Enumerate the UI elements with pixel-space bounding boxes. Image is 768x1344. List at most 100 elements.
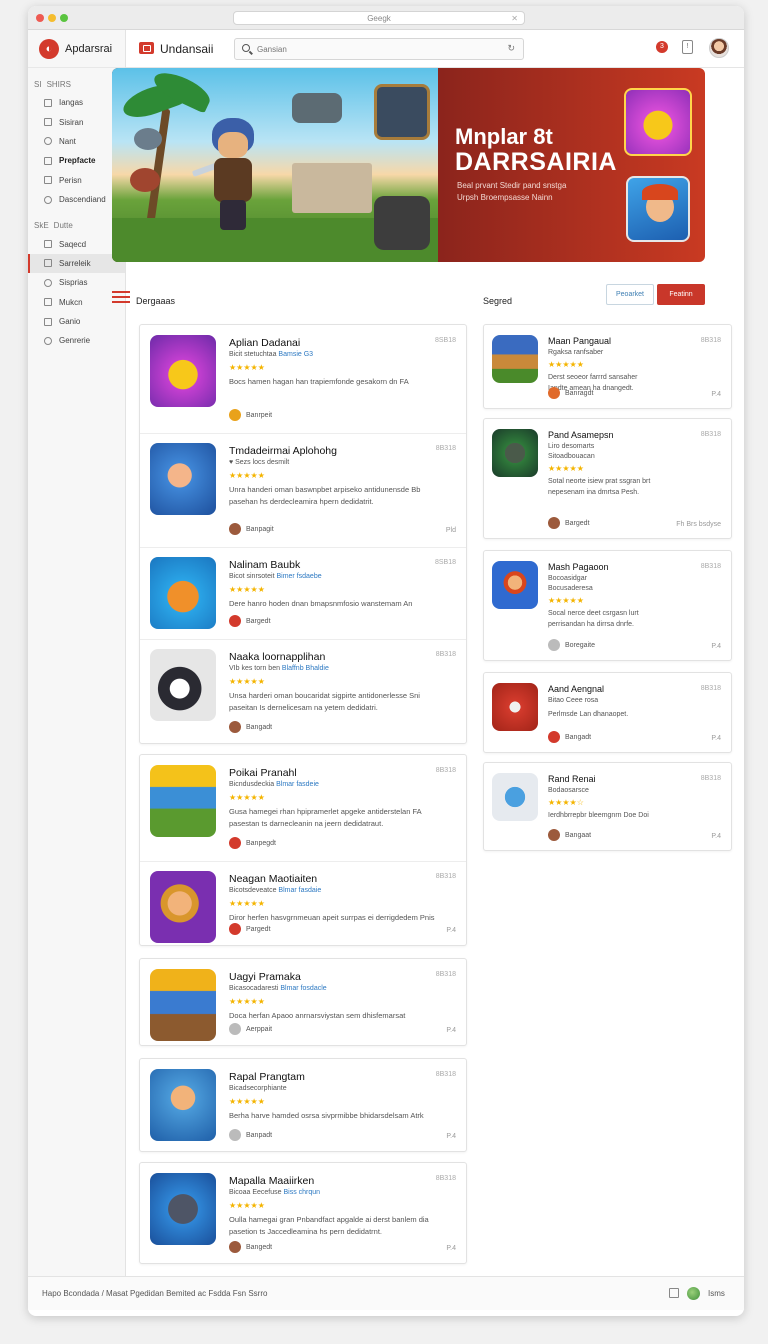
app-meta-link[interactable]: Bimer fsdaebe bbox=[276, 573, 321, 580]
sidebar-item[interactable]: Nant bbox=[28, 132, 125, 151]
app-title[interactable]: Tmdadeirmai Aplohohg bbox=[229, 445, 337, 457]
clear-url-icon[interactable]: ✕ bbox=[511, 12, 518, 25]
sidebar-item[interactable]: Prepfacte bbox=[28, 151, 125, 170]
search-input[interactable] bbox=[257, 42, 497, 56]
app-icon[interactable] bbox=[492, 335, 538, 383]
app-icon[interactable] bbox=[150, 649, 216, 721]
app-meta-link[interactable]: Blmar fasdeie bbox=[276, 781, 319, 788]
app-title[interactable]: Mash Pagaoon bbox=[548, 562, 609, 572]
sidebar-item[interactable]: Perisn bbox=[28, 171, 125, 190]
notification-badge[interactable]: 3 bbox=[656, 41, 668, 53]
list-menu-icon[interactable] bbox=[112, 291, 130, 303]
globe-icon[interactable] bbox=[687, 1287, 700, 1300]
app-publisher[interactable]: Aerppait bbox=[229, 1023, 272, 1035]
sidebar-item[interactable]: Ganio bbox=[28, 312, 125, 331]
app-title[interactable]: Maan Pangaual bbox=[548, 336, 611, 346]
hero-banner[interactable]: Mnplar 8t DARRSAIRIA Beal prvant Stedir … bbox=[112, 68, 705, 262]
app-title[interactable]: Uagyi Pramaka bbox=[229, 971, 301, 983]
app-publisher[interactable]: Banpagit bbox=[229, 523, 274, 535]
sidebar-item[interactable]: Dascendiand bbox=[28, 190, 125, 209]
app-title[interactable]: Nalinam Baubk bbox=[229, 559, 300, 571]
app-publisher[interactable]: Banrpeit bbox=[229, 409, 272, 421]
app-publisher[interactable]: Bangadt bbox=[548, 731, 591, 743]
app-title[interactable]: Rand Renai bbox=[548, 774, 596, 784]
app-row[interactable]: Nalinam Baubk Bicot sinrsoteit Bimer fsda… bbox=[140, 547, 466, 639]
app-icon[interactable] bbox=[150, 1069, 216, 1141]
app-title[interactable]: Mapalla Maaiirken bbox=[229, 1175, 314, 1187]
app-icon[interactable] bbox=[150, 557, 216, 629]
app-row[interactable]: Neagan Maotiaiten Bicotsdeveatce Blmar fa… bbox=[140, 861, 466, 947]
app-title[interactable]: Neagan Maotiaiten bbox=[229, 873, 317, 885]
app-row[interactable]: Aplian Dadanai Bicit stetuchtaa Bamsie G3… bbox=[140, 325, 466, 433]
app-title[interactable]: Aand Aengnal bbox=[548, 684, 604, 694]
app-icon[interactable] bbox=[150, 335, 216, 407]
app-title[interactable]: Pand Asamepsn bbox=[548, 430, 614, 440]
app-card[interactable]: Mash Pagaoon Bocoasidgar Bocusaderesa ★★★★★… bbox=[483, 550, 732, 661]
app-publisher[interactable]: Pargedt bbox=[229, 923, 271, 935]
address-bar[interactable]: Geegk ✕ bbox=[233, 11, 525, 25]
sidebar-item[interactable]: Mukcn bbox=[28, 293, 125, 312]
app-title[interactable]: Rapal Prangtam bbox=[229, 1071, 305, 1083]
app-meta-link[interactable]: Bamsie G3 bbox=[278, 351, 313, 358]
app-icon[interactable] bbox=[150, 1173, 216, 1245]
app-publisher[interactable]: Boregaite bbox=[548, 639, 595, 651]
app-icon[interactable] bbox=[150, 871, 216, 943]
sidebar-item[interactable]: Iangas bbox=[28, 93, 125, 112]
app-publisher[interactable]: Banpadt bbox=[229, 1129, 272, 1141]
search-box[interactable]: ↻ bbox=[234, 38, 524, 60]
external-link-icon[interactable] bbox=[669, 1288, 679, 1298]
sidebar-item-icon bbox=[44, 176, 52, 185]
app-row[interactable]: Rapal Prangtam Bicadsecorphiante ★★★★★ Berh… bbox=[140, 1059, 466, 1153]
app-meta-link[interactable]: Biss chrqun bbox=[283, 1189, 320, 1196]
app-icon[interactable] bbox=[492, 773, 538, 821]
app-publisher[interactable]: Banpegdt bbox=[229, 837, 276, 849]
sidebar-item-label: Sisprias bbox=[59, 278, 88, 288]
minimize-window-button[interactable] bbox=[48, 14, 56, 22]
app-meta-link[interactable]: Blmar fosdacle bbox=[280, 985, 326, 992]
app-title[interactable]: Aplian Dadanai bbox=[229, 337, 300, 349]
avatar[interactable] bbox=[709, 38, 729, 58]
popular-button[interactable]: Peoarket bbox=[606, 284, 654, 305]
app-row[interactable]: Naaka loornapplihan VIb kes torn ben Blaf… bbox=[140, 639, 466, 745]
help-icon[interactable]: ! bbox=[682, 40, 693, 54]
sidebar-item[interactable]: Saqecd bbox=[28, 234, 125, 253]
app-card[interactable]: Pand Asamepsn Liro desomarts Sitoadbouacan… bbox=[483, 418, 732, 539]
app-icon[interactable] bbox=[492, 683, 538, 731]
app-icon[interactable] bbox=[492, 429, 538, 477]
app-row[interactable]: Tmdadeirmai Aplohohg ♥ Sezs locs desmilt ★… bbox=[140, 433, 466, 547]
close-window-button[interactable] bbox=[36, 14, 44, 22]
app-card[interactable]: Rand Renai Bodaosarsce ★★★★☆ Ierdhbrrepbr b… bbox=[483, 762, 732, 851]
sidebar-item[interactable]: Sisprias bbox=[28, 273, 125, 292]
maximize-window-button[interactable] bbox=[60, 14, 68, 22]
app-card[interactable]: Maan Pangaual Rgaksa ranfsaber ★★★★★ Derst … bbox=[483, 324, 732, 409]
app-publisher[interactable]: Banragdt bbox=[548, 387, 593, 399]
app-publisher[interactable]: Bangaat bbox=[548, 829, 591, 841]
app-title[interactable]: Poikai Pranahl bbox=[229, 767, 297, 779]
app-row[interactable]: Mapalla Maaiirken Bicoaa Eecefuse Biss ch… bbox=[140, 1163, 466, 1265]
app-publisher[interactable]: Bangedt bbox=[229, 1241, 272, 1253]
featured-game-tile[interactable] bbox=[624, 88, 692, 156]
app-meta-link[interactable]: Blmar fasdaie bbox=[278, 887, 321, 894]
app-meta-link[interactable]: Blaffnb Bhaldie bbox=[282, 665, 329, 672]
featured-game-tile[interactable] bbox=[626, 176, 690, 242]
app-row[interactable]: Uagyi Pramaka Bicasocadaresti Blmar fosda… bbox=[140, 959, 466, 1047]
sidebar-item[interactable]: Genrerie bbox=[28, 331, 125, 350]
app-icon[interactable] bbox=[150, 969, 216, 1041]
featured-button[interactable]: Featinn bbox=[657, 284, 705, 305]
app-publisher[interactable]: Bangadt bbox=[229, 721, 272, 733]
sidebar-item[interactable]: Sisiran bbox=[28, 112, 125, 131]
refresh-icon[interactable]: ↻ bbox=[507, 43, 515, 54]
language-label[interactable]: Isms bbox=[708, 1289, 725, 1298]
app-icon[interactable] bbox=[150, 765, 216, 837]
sidebar-item[interactable]: Sarreleik bbox=[28, 253, 125, 274]
app-card[interactable]: Aand Aengnal Bitao Ceee rosa Perlmsde Lan … bbox=[483, 672, 732, 753]
app-icon[interactable] bbox=[492, 561, 538, 609]
sidebar-item-icon bbox=[44, 156, 52, 165]
app-icon[interactable] bbox=[150, 443, 216, 515]
app-publisher[interactable]: Bargedt bbox=[229, 615, 271, 627]
app-publisher[interactable]: Bargedt bbox=[548, 517, 590, 529]
app-title[interactable]: Naaka loornapplihan bbox=[229, 651, 325, 663]
brand[interactable]: ◐ Apdarsrai bbox=[28, 30, 125, 68]
app-row[interactable]: Poikai Pranahl Bicndusdeckia Blmar fasdei… bbox=[140, 755, 466, 861]
publisher-avatar-icon bbox=[229, 837, 241, 849]
